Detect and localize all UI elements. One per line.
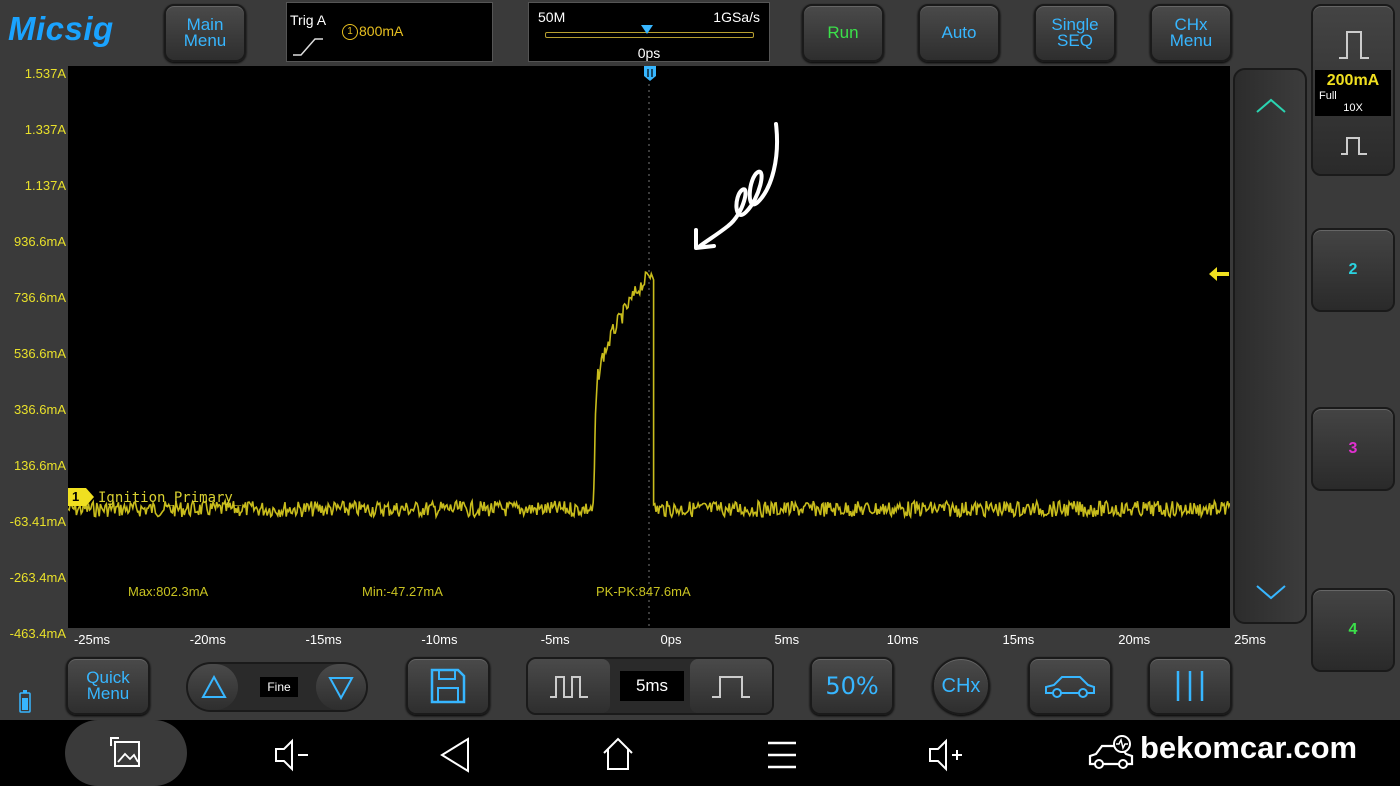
triangle-down-icon xyxy=(328,677,354,700)
y-tick-label: -63.41mA xyxy=(9,514,66,529)
x-tick-label: -20ms xyxy=(189,632,226,647)
x-tick-label: -15ms xyxy=(305,632,342,647)
trigger-level-arrow-icon[interactable] xyxy=(1207,265,1231,283)
scale-fine-control: Fine xyxy=(186,662,368,712)
measure-max: Max:802.3mA xyxy=(128,584,209,599)
pulse-large-icon xyxy=(1339,31,1369,59)
channel-label: Ignition_Primary_ xyxy=(98,490,242,506)
screenshot-button[interactable] xyxy=(65,720,187,786)
timebase-decrease-button[interactable] xyxy=(528,659,610,713)
x-tick-label: -25ms xyxy=(73,632,111,647)
x-tick-label: 5ms xyxy=(774,632,800,647)
channel-2-button[interactable]: 2 xyxy=(1311,228,1395,312)
rising-edge-icon xyxy=(293,38,323,56)
trigger-panel[interactable]: Trig A 1 800mA xyxy=(286,2,493,62)
y-tick-label: 1.137A xyxy=(24,178,66,193)
x-tick-label: 10ms xyxy=(886,632,919,647)
menu-icon[interactable] xyxy=(762,735,802,775)
channel-1-number: 1 xyxy=(72,489,80,504)
channel-1-button[interactable]: 200mA Full 10X xyxy=(1311,4,1395,176)
waveform-display[interactable] xyxy=(68,66,1230,628)
waveform-canvas xyxy=(68,66,1230,628)
back-icon[interactable] xyxy=(436,735,476,775)
x-tick-label: 25ms xyxy=(1234,632,1266,647)
y-tick-label: -463.4mA xyxy=(9,626,66,641)
single-seq-button[interactable]: Single SEQ xyxy=(1034,4,1116,62)
cursor-lines-icon xyxy=(1176,671,1204,701)
wide-pulse-icon xyxy=(712,676,750,698)
y-tick-label: 336.6mA xyxy=(13,402,66,417)
horizontal-position: 0ps xyxy=(637,45,661,61)
watermark-text: bekomcar.com xyxy=(1140,730,1358,765)
automotive-button[interactable] xyxy=(1028,657,1112,715)
channel-1-scale: 200mA xyxy=(1326,72,1380,89)
chx-button[interactable]: CHx xyxy=(932,657,990,715)
screenshot-icon xyxy=(110,737,140,767)
scale-up-button[interactable] xyxy=(188,664,238,710)
x-tick-label: -5ms xyxy=(540,632,570,647)
micsig-logo: Micsig xyxy=(8,10,114,47)
y-tick-label: 736.6mA xyxy=(13,290,66,305)
run-button[interactable]: Run xyxy=(802,4,884,62)
x-tick-label: 20ms xyxy=(1118,632,1151,647)
x-tick-label: 0ps xyxy=(660,632,682,647)
scale-down-button[interactable] xyxy=(316,664,366,710)
volume-down-icon[interactable] xyxy=(272,735,312,775)
y-tick-label: 936.6mA xyxy=(13,234,66,249)
channel-1-bandwidth: Full xyxy=(1319,90,1337,102)
trigger-position-marker-icon xyxy=(641,25,653,34)
triangle-up-icon xyxy=(201,675,227,698)
channel-4-button[interactable]: 4 xyxy=(1311,588,1395,672)
memory-depth: 50M xyxy=(538,9,566,25)
main-menu-button[interactable]: Main Menu xyxy=(164,4,246,62)
timebase-value: 5ms xyxy=(620,671,684,701)
battery-icon xyxy=(19,690,31,713)
trigger-source-badge: 1 xyxy=(342,24,358,40)
car-icon xyxy=(1045,676,1095,698)
measure-pk-pk: PK-PK:847.6mA xyxy=(596,584,691,599)
trigger-50-percent-button[interactable]: 50% xyxy=(810,657,894,715)
sample-rate: 1GSa/s xyxy=(713,9,760,25)
timebase-increase-button[interactable] xyxy=(690,659,772,713)
annotation-arrow-icon xyxy=(694,122,780,250)
time-cursor-marker-icon[interactable] xyxy=(642,66,658,82)
pulse-small-icon xyxy=(1341,137,1367,155)
x-tick-label: 15ms xyxy=(1002,632,1035,647)
vertical-offset-panel[interactable] xyxy=(1233,68,1307,624)
volume-up-icon[interactable] xyxy=(926,735,966,775)
auto-button[interactable]: Auto xyxy=(918,4,1000,62)
quick-menu-button[interactable]: Quick Menu xyxy=(66,657,150,715)
cursor-menu-button[interactable] xyxy=(1148,657,1232,715)
trigger-title: Trig A xyxy=(290,12,327,28)
trigger-level: 800mA xyxy=(359,23,404,39)
timebase-panel[interactable]: 50M 1GSa/s 0ps xyxy=(528,2,770,62)
chevron-up-icon[interactable] xyxy=(1255,98,1287,114)
x-tick-label: -10ms xyxy=(421,632,458,647)
chx-menu-button[interactable]: CHx Menu xyxy=(1150,4,1232,62)
bekomcar-logo-icon xyxy=(1088,735,1134,769)
y-tick-label: -263.4mA xyxy=(9,570,66,585)
channel-1-scale-box: 200mA Full 10X xyxy=(1315,70,1391,116)
fine-toggle[interactable]: Fine xyxy=(260,677,298,697)
channel-3-button[interactable]: 3 xyxy=(1311,407,1395,491)
channel-1-marker[interactable]: 1 xyxy=(68,488,94,506)
y-tick-label: 136.6mA xyxy=(13,458,66,473)
y-tick-label: 1.337A xyxy=(24,122,66,137)
timebase-control: 5ms xyxy=(526,657,774,715)
save-button[interactable] xyxy=(406,657,490,715)
y-tick-label: 1.537A xyxy=(24,66,66,81)
save-icon xyxy=(430,668,466,704)
chevron-down-icon[interactable] xyxy=(1255,584,1287,600)
y-tick-label: 536.6mA xyxy=(13,346,66,361)
measure-min: Min:-47.27mA xyxy=(362,584,443,599)
home-icon[interactable] xyxy=(598,735,638,775)
channel-1-probe: 10X xyxy=(1343,102,1363,114)
narrow-pulse-icon xyxy=(550,676,588,698)
